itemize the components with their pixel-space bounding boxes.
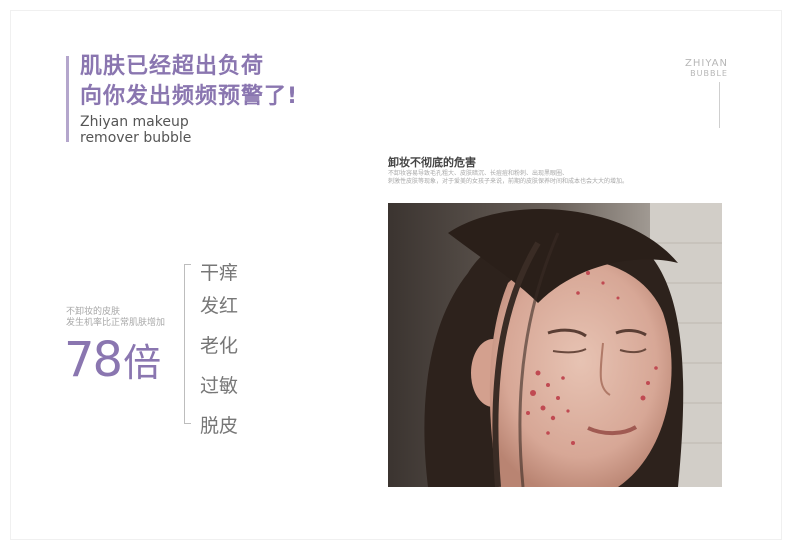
symptom-item: 过敏 bbox=[200, 375, 239, 397]
headline: 肌肤已经超出负荷 向你发出频频预警了! bbox=[80, 52, 298, 112]
bracket-tick bbox=[185, 264, 191, 265]
headline-line-1: 肌肤已经超出负荷 bbox=[80, 54, 265, 79]
face-illustration bbox=[388, 203, 722, 487]
brand-line-2: BUBBLE bbox=[690, 69, 728, 78]
symptom-item: 发红 bbox=[200, 295, 239, 317]
brand-logo: ZHIYAN BUBBLE bbox=[685, 58, 728, 79]
brand-divider bbox=[719, 82, 720, 128]
subtitle: Zhiyan makeup remover bubble bbox=[80, 114, 191, 146]
symptom-item: 干痒 bbox=[200, 262, 239, 284]
panel-description-line-1: 不卸妆容易导致毛孔粗大、皮肤暗沉、长痘痘和粉刺、出现黑眼圈、 bbox=[388, 170, 569, 177]
symptom-item: 老化 bbox=[200, 335, 239, 357]
skin-damage-photo bbox=[388, 203, 722, 487]
stat-label-line-2: 发生机率比正常肌肤增加 bbox=[66, 318, 166, 328]
headline-line-2: 向你发出频频预警了! bbox=[80, 84, 299, 109]
brand-line-1: ZHIYAN bbox=[685, 58, 728, 69]
stat-value: 78倍 bbox=[64, 332, 161, 391]
stat-unit: 倍 bbox=[123, 341, 162, 385]
subtitle-line-2: remover bubble bbox=[80, 130, 192, 146]
accent-bar bbox=[66, 56, 69, 142]
bracket-tick bbox=[185, 423, 191, 424]
subtitle-line-1: Zhiyan makeup bbox=[80, 114, 189, 130]
symptom-bracket bbox=[184, 264, 192, 424]
panel-description-line-2: 刺激性皮肤等现象，对于爱美的女孩子来说，前期的皮肤保养时间和成本也会大大的增加。 bbox=[388, 178, 629, 185]
panel-title: 卸妆不彻底的危害 bbox=[388, 156, 476, 169]
stat-number: 78 bbox=[64, 332, 123, 388]
panel-description: 不卸妆容易导致毛孔粗大、皮肤暗沉、长痘痘和粉刺、出现黑眼圈、 刺激性皮肤等现象，… bbox=[388, 170, 628, 186]
symptom-item: 脱皮 bbox=[200, 415, 239, 437]
stat-label: 不卸妆的皮肤 发生机率比正常肌肤增加 bbox=[66, 307, 165, 329]
stat-label-line-1: 不卸妆的皮肤 bbox=[66, 307, 121, 317]
